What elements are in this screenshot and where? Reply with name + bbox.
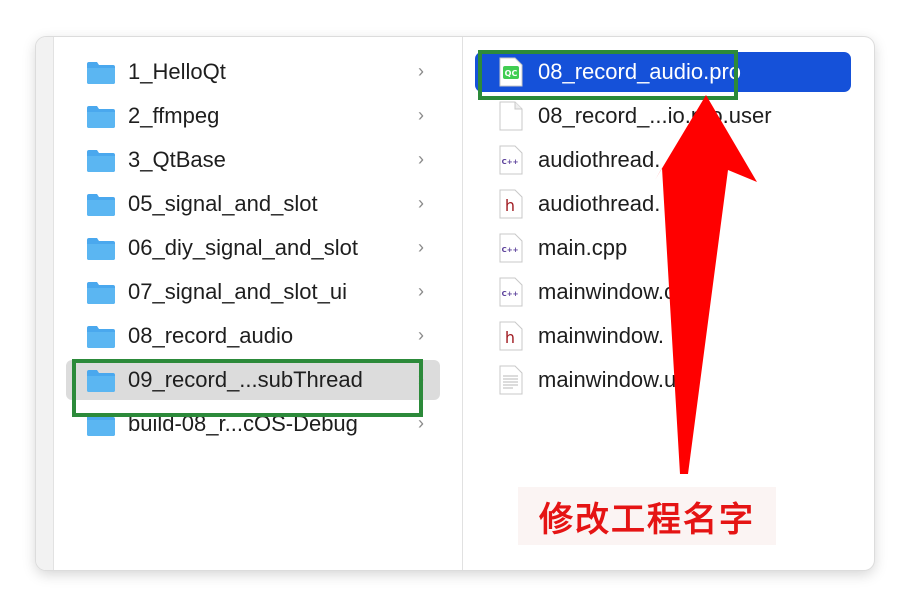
file-label: audiothread. bbox=[538, 147, 661, 172]
folder-icon bbox=[87, 61, 115, 84]
file-row[interactable]: mainwindow.ui bbox=[475, 360, 851, 400]
file-row[interactable]: C++ main.cpp bbox=[475, 228, 851, 268]
file-row[interactable]: C++ audiothread. bbox=[475, 140, 851, 180]
chevron-right-icon: › bbox=[418, 149, 424, 169]
folder-label: 2_ffmpeg bbox=[128, 103, 220, 128]
file-label: mainwindow.ui bbox=[538, 367, 682, 392]
folder-row[interactable]: 06_diy_signal_and_slot › bbox=[66, 228, 440, 268]
folder-row[interactable]: 05_signal_and_slot › bbox=[66, 184, 440, 224]
folder-icon bbox=[87, 149, 115, 172]
folder-label: 07_signal_and_slot_ui bbox=[128, 279, 347, 304]
file-label: audiothread. bbox=[538, 191, 661, 216]
chevron-right-icon: › bbox=[418, 237, 424, 257]
folder-icon bbox=[87, 281, 115, 304]
cpp-file-icon: C++ bbox=[499, 145, 523, 175]
qt-project-icon: QC bbox=[499, 57, 523, 87]
file-badge: C++ bbox=[502, 290, 519, 298]
file-badge: C++ bbox=[502, 158, 519, 166]
chevron-right-icon: › bbox=[418, 193, 424, 213]
folder-label: 3_QtBase bbox=[128, 147, 226, 172]
file-label: main.cpp bbox=[538, 235, 628, 260]
folder-label: 05_signal_and_slot bbox=[128, 191, 318, 216]
folder-label: 06_diy_signal_and_slot bbox=[128, 235, 358, 260]
file-label: 08_record_audio.pro bbox=[538, 59, 742, 84]
chevron-right-icon: › bbox=[418, 369, 424, 389]
chevron-right-icon: › bbox=[418, 105, 424, 125]
svg-text:QC: QC bbox=[505, 69, 518, 78]
folder-icon bbox=[87, 193, 115, 216]
folder-row[interactable]: 07_signal_and_slot_ui › bbox=[66, 272, 440, 312]
header-file-icon: h bbox=[499, 321, 523, 351]
blank-file-icon bbox=[499, 101, 523, 131]
folder-label: build-08_r...cOS-Debug bbox=[128, 411, 358, 436]
chevron-right-icon: › bbox=[418, 413, 424, 433]
folder-row[interactable]: 3_QtBase › bbox=[66, 140, 440, 180]
folder-icon bbox=[87, 105, 115, 128]
file-badge: h bbox=[505, 196, 515, 215]
file-label: mainwindow.cpp bbox=[538, 279, 700, 304]
file-row[interactable]: h mainwindow. bbox=[475, 316, 851, 356]
folder-label: 09_record_...subThread bbox=[128, 367, 363, 392]
folder-row[interactable]: 08_record_audio › bbox=[66, 316, 440, 356]
folder-icon bbox=[87, 413, 115, 436]
cpp-file-icon: C++ bbox=[499, 277, 523, 307]
file-row[interactable]: C++ mainwindow.cpp bbox=[475, 272, 851, 312]
chevron-right-icon: › bbox=[418, 61, 424, 81]
file-label: mainwindow. bbox=[538, 323, 664, 348]
file-row[interactable]: 08_record_...io.pro.user bbox=[475, 96, 851, 136]
folder-label: 1_HelloQt bbox=[128, 59, 226, 84]
ui-file-icon bbox=[499, 365, 523, 395]
chevron-right-icon: › bbox=[418, 325, 424, 345]
folder-column: 1_HelloQt › 2_ffmpeg › 3_QtBase › 05_sig… bbox=[54, 37, 462, 570]
window-left-edge bbox=[36, 37, 54, 570]
file-row[interactable]: h audiothread. bbox=[475, 184, 851, 224]
chevron-right-icon: › bbox=[418, 281, 424, 301]
folder-row-selected[interactable]: 09_record_...subThread › bbox=[66, 360, 440, 400]
folder-row[interactable]: 1_HelloQt › bbox=[66, 52, 440, 92]
cpp-file-icon: C++ bbox=[499, 233, 523, 263]
folder-row[interactable]: 2_ffmpeg › bbox=[66, 96, 440, 136]
folder-icon bbox=[87, 325, 115, 348]
folder-icon bbox=[87, 369, 115, 392]
folder-label: 08_record_audio bbox=[128, 323, 294, 348]
file-badge: h bbox=[505, 328, 515, 347]
file-row-selected[interactable]: QC 08_record_audio.pro bbox=[475, 52, 851, 92]
folder-row[interactable]: build-08_r...cOS-Debug › bbox=[66, 404, 440, 444]
file-badge: C++ bbox=[502, 246, 519, 254]
header-file-icon: h bbox=[499, 189, 523, 219]
annotation-label: 修改工程名字 bbox=[518, 487, 776, 545]
folder-icon bbox=[87, 237, 115, 260]
file-label: 08_record_...io.pro.user bbox=[538, 103, 772, 128]
